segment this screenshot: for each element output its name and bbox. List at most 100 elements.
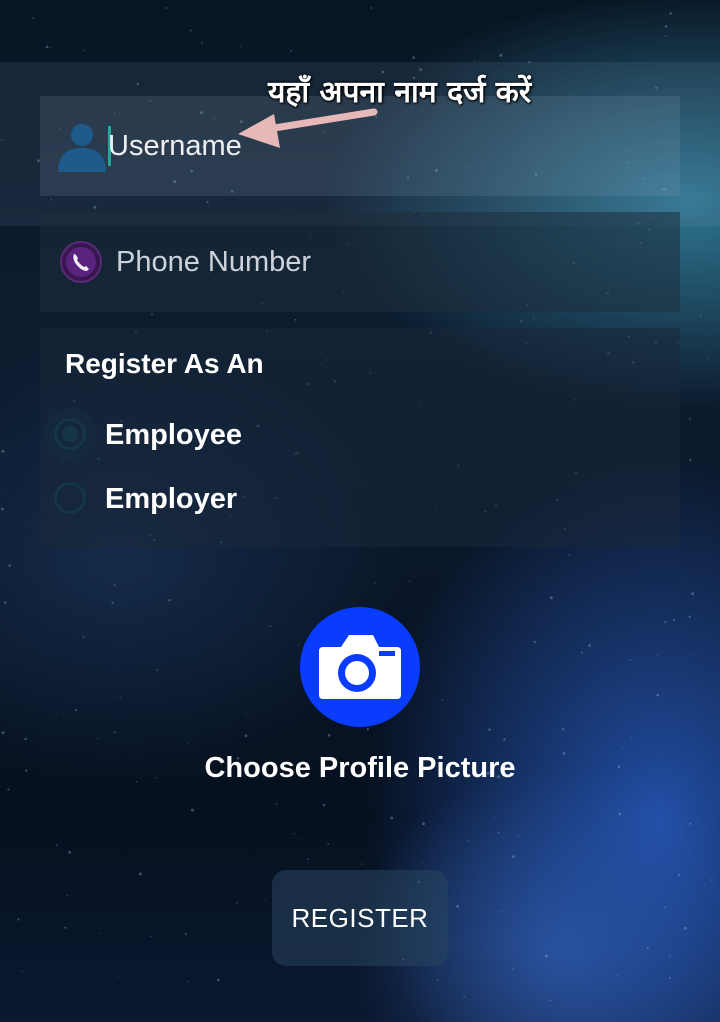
speckle-dot	[17, 918, 20, 921]
speckle-dot	[562, 728, 565, 731]
speckle-dot	[520, 320, 523, 323]
speckle-dot	[323, 803, 326, 807]
speckle-dot	[217, 978, 220, 982]
speckle-dot	[488, 728, 491, 731]
speckle-dot	[532, 317, 535, 319]
speckle-dot	[486, 948, 488, 950]
speckle-dot	[408, 580, 411, 582]
speckle-dot	[244, 734, 248, 738]
speckle-dot	[56, 713, 58, 715]
speckle-dot	[337, 600, 339, 602]
speckle-dot	[55, 844, 58, 847]
register-as-group: Register As An Employee Employer	[40, 328, 680, 547]
speckle-dot	[293, 833, 295, 835]
speckle-dot	[623, 746, 625, 749]
speckle-dot	[1, 449, 5, 453]
speckle-dot	[688, 615, 691, 618]
speckle-dot	[664, 620, 667, 623]
radio-label-employer: Employer	[105, 483, 238, 515]
speckle-dot	[629, 658, 632, 661]
speckle-dot	[201, 42, 203, 44]
speckle-dot	[25, 11, 27, 13]
speckle-dot	[117, 976, 119, 978]
speckle-dot	[75, 709, 78, 712]
speckle-dot	[682, 569, 684, 571]
speckle-dot	[24, 737, 27, 741]
speckle-dot	[664, 25, 668, 28]
speckle-dot	[151, 313, 153, 316]
speckle-dot	[588, 644, 591, 647]
speckle-dot	[240, 45, 242, 47]
speckle-dot	[512, 855, 515, 858]
speckle-dot	[689, 822, 692, 825]
choose-profile-picture-button[interactable]	[300, 607, 420, 727]
speckle-dot	[198, 807, 199, 809]
register-button[interactable]: REGISTER	[272, 870, 448, 966]
speckle-dot	[187, 742, 189, 744]
speckle-dot	[669, 976, 672, 979]
speckle-dot	[683, 926, 687, 930]
speckle-dot	[32, 17, 35, 19]
speckle-dot	[437, 979, 439, 981]
speckle-dot	[111, 601, 114, 604]
speckle-dot	[533, 640, 536, 643]
annotation-arrow-icon	[238, 108, 378, 148]
speckle-dot	[467, 840, 470, 842]
speckle-dot	[327, 733, 331, 737]
speckle-dot	[245, 713, 247, 715]
speckle-dot	[618, 812, 622, 816]
radio-button-employer[interactable]	[54, 482, 86, 514]
speckle-dot	[107, 568, 109, 570]
speckle-dot	[646, 947, 649, 950]
speckle-dot	[231, 630, 233, 632]
speckle-dot	[693, 654, 695, 656]
speckle-dot	[294, 318, 297, 321]
speckle-dot	[664, 35, 667, 38]
phone-field-container[interactable]	[40, 212, 680, 312]
speckle-dot	[149, 936, 152, 938]
speckle-dot	[691, 592, 695, 596]
speckle-dot	[517, 835, 519, 838]
camera-icon	[319, 635, 401, 699]
speckle-dot	[21, 970, 23, 973]
speckle-dot	[700, 314, 702, 317]
speckle-dot	[189, 29, 192, 32]
phone-icon	[60, 241, 102, 283]
speckle-dot	[689, 458, 692, 461]
speckle-dot	[168, 599, 171, 602]
speckle-dot	[64, 926, 67, 929]
speckle-dot	[297, 644, 299, 646]
speckle-dot	[66, 894, 68, 897]
speckle-dot	[412, 56, 415, 59]
speckle-dot	[186, 980, 189, 983]
speckle-dot	[672, 618, 676, 621]
speckle-dot	[264, 899, 267, 901]
speckle-dot	[49, 46, 51, 49]
speckle-dot	[275, 803, 278, 805]
speckle-dot	[361, 863, 364, 865]
speckle-dot	[549, 596, 553, 600]
radio-label-employee: Employee	[105, 419, 242, 451]
phone-number-input[interactable]	[116, 238, 636, 286]
speckle-dot	[374, 582, 376, 584]
radio-option-employer[interactable]: Employer	[50, 476, 450, 524]
speckle-dot	[3, 601, 7, 604]
speckle-dot	[463, 996, 465, 998]
radio-option-employee[interactable]: Employee	[44, 408, 450, 460]
speckle-dot	[190, 808, 194, 812]
speckle-dot	[422, 822, 425, 826]
choose-profile-picture-label: Choose Profile Picture	[204, 752, 516, 784]
speckle-dot	[327, 843, 330, 846]
speckle-dot	[168, 710, 170, 712]
speckle-dot	[307, 858, 309, 861]
speckle-dot	[82, 636, 85, 638]
speckle-dot	[663, 906, 666, 908]
speckle-dot	[497, 831, 500, 834]
speckle-dot	[616, 974, 618, 977]
speckle-dot	[656, 654, 659, 656]
speckle-dot	[545, 954, 548, 958]
speckle-dot	[226, 749, 228, 751]
speckle-dot	[568, 554, 571, 556]
radio-button-employee[interactable]	[54, 418, 86, 450]
speckle-dot	[1, 507, 4, 511]
